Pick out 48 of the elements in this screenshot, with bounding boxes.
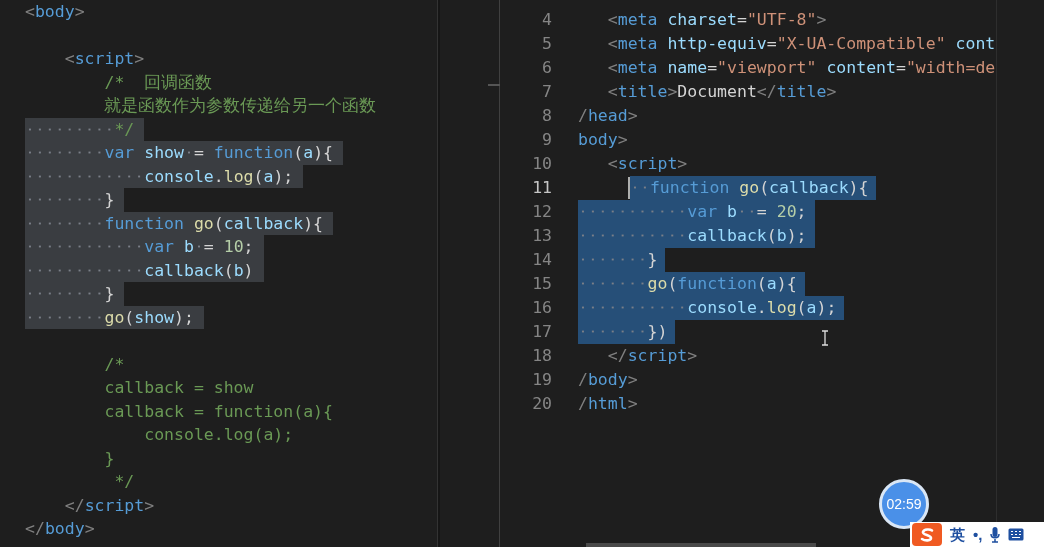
line-number: 10	[531, 153, 552, 175]
line-number: 18	[531, 345, 552, 367]
microphone-icon[interactable]	[990, 526, 1001, 543]
keyboard-icon[interactable]	[1008, 528, 1025, 541]
line-number: 5	[541, 33, 552, 55]
code-line: <meta http-equiv="X-UA-Compatible" cont	[606, 33, 996, 55]
scrollbar-thumb[interactable]	[586, 543, 816, 547]
line-number: 9	[541, 129, 552, 151]
line-number: 17	[531, 321, 552, 343]
code-line: <meta name="viewport" content="width=de	[606, 57, 996, 79]
ime-mode-button[interactable]: 英	[950, 527, 965, 542]
code-line: <title>Document</title>	[606, 81, 838, 103]
code-line: 就是函数作为参数传递给另一个函数	[103, 95, 378, 117]
line-number: 19	[531, 369, 552, 391]
code-line: }	[103, 447, 116, 470]
code-line: <script>	[63, 48, 146, 70]
gutter-marker	[488, 84, 500, 86]
code-line: callback = function(a){	[103, 400, 334, 423]
code-line: /*	[103, 353, 126, 376]
code-line: /* 回调函数	[103, 71, 214, 94]
line-number: 16	[531, 297, 552, 319]
code-line: </script>	[606, 345, 699, 367]
code-line: </script>	[63, 494, 156, 517]
code-line: body>	[578, 129, 629, 151]
line-number: 4	[541, 9, 552, 31]
code-line: <meta charset="UTF-8">	[606, 9, 828, 31]
line-number: 6	[541, 57, 552, 79]
code-line: <script>	[606, 153, 689, 175]
code-line: /head>	[578, 105, 639, 127]
code-line: callback = show	[103, 377, 255, 399]
code-line: </body>	[25, 518, 96, 540]
line-number: 20	[531, 393, 552, 415]
code-line: */	[113, 471, 136, 493]
line-number: 15	[531, 273, 552, 295]
line-number: 7	[541, 81, 552, 103]
sogou-logo-icon[interactable]	[912, 523, 942, 546]
code-line: /html>	[578, 393, 639, 415]
line-number: 14	[531, 249, 552, 271]
line-number: 8	[541, 105, 552, 127]
ime-mode-button[interactable]: •,	[973, 527, 983, 542]
text-cursor-icon	[821, 330, 829, 346]
text-cursor	[628, 177, 630, 199]
line-number: 13	[531, 225, 552, 247]
code-line: <body>	[25, 1, 86, 23]
line-number: 12	[531, 201, 552, 223]
code-line: /body>	[578, 369, 639, 391]
line-number: 11	[531, 177, 552, 199]
code-line: console.log(a);	[143, 424, 295, 446]
